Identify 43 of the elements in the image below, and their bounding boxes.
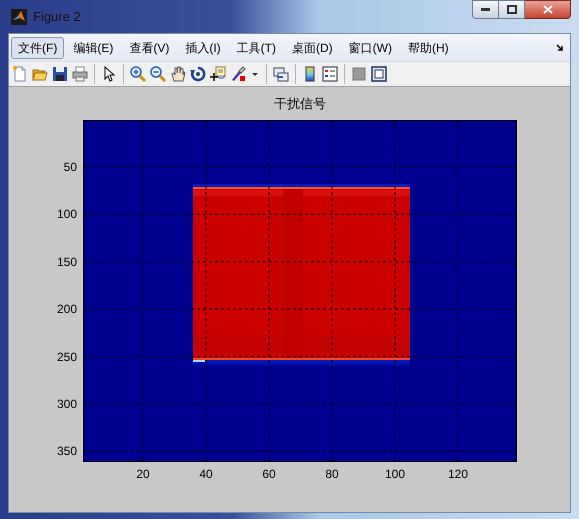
axis-tick-label: 60 [261, 467, 277, 481]
zoom-out-icon[interactable] [150, 66, 166, 82]
legend-icon[interactable] [322, 66, 338, 82]
axis-tick-label: 40 [198, 467, 214, 481]
brush-icon[interactable] [230, 66, 246, 82]
link-icon[interactable] [273, 66, 289, 82]
close-icon [542, 5, 552, 14]
app-logo-icon [11, 8, 27, 24]
menu-item[interactable]: 编辑(E) [66, 36, 120, 58]
axis-tick-label: 80 [324, 467, 340, 481]
overflow-arrow-icon[interactable] [556, 44, 564, 52]
axis-tick-label: 200 [56, 302, 77, 316]
axis-tick-label: 120 [446, 467, 470, 481]
square-icon[interactable] [351, 66, 367, 82]
axis-tick-label: 250 [56, 350, 77, 364]
plot-tools-icon[interactable] [371, 66, 387, 82]
menu-item[interactable]: 查看(V) [122, 36, 176, 58]
maximize-button[interactable] [499, 0, 525, 19]
rotate-icon[interactable] [190, 66, 206, 82]
minimize-button[interactable] [472, 0, 499, 19]
hand-icon[interactable] [170, 66, 186, 82]
axis-tick-label: 300 [56, 396, 77, 411]
axis-tick-label: 350 [56, 444, 77, 458]
menu-item[interactable]: 文件(F) [11, 36, 64, 58]
menu-item[interactable]: 帮助(H) [400, 36, 456, 58]
printer-icon[interactable] [72, 66, 88, 82]
menu-item[interactable]: 窗口(W) [342, 36, 399, 58]
close-button[interactable] [525, 0, 571, 19]
zoom-in-icon[interactable] [130, 66, 146, 82]
axis-tick-label: 20 [135, 467, 151, 481]
minimize-icon [481, 8, 490, 11]
menu-item[interactable]: 插入(I) [178, 36, 228, 58]
menu-item[interactable]: 桌面(D) [284, 36, 340, 58]
window-title: Figure 2 [33, 8, 81, 26]
plot-title: 干扰信号 [273, 94, 327, 113]
new-file-icon[interactable] [12, 66, 28, 82]
axis-tick-label: 100 [56, 207, 77, 222]
menu-item[interactable]: 工具(T) [230, 36, 283, 58]
axis-tick-label: 150 [56, 254, 77, 269]
axis-tick-label: 50 [64, 160, 77, 174]
axis-tick-label: 100 [384, 467, 406, 481]
maximize-icon [506, 5, 516, 14]
data-cursor-icon[interactable] [210, 66, 226, 82]
